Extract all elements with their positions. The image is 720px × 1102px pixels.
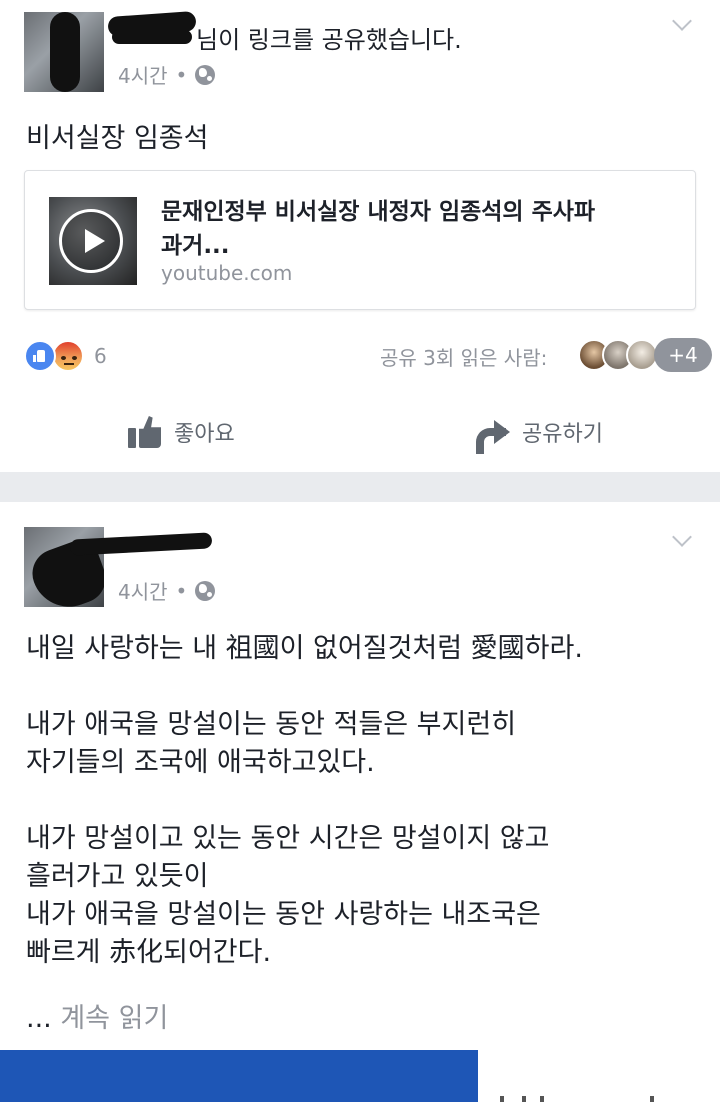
post-body-line: 내가 애국을 망설이는 동안 적들은 부지런히 [26,709,517,740]
next-post-banner [0,1050,478,1102]
ellipsis: ... [26,1003,52,1034]
seen-by-avatars[interactable]: +4 [578,338,712,372]
link-title-line: 과거... [161,233,230,259]
partial-content [500,1090,680,1102]
share-label: 공유하기 [522,422,603,447]
reaction-count: 6 [94,344,107,368]
post-time[interactable]: 4시간 [118,60,168,89]
meta-separator: • [175,62,188,87]
post-card-1: 님이 링크를 공유했습니다. 4시간 • 비서실장 임종석 문재인정부 비서실장… [0,0,720,472]
post-body-line: 빠르게 赤化되어간다. [26,937,272,968]
post-body-line [26,782,583,820]
globe-icon [195,580,216,601]
post-body-line: 자기들의 조국에 애국하고있다. [26,747,375,778]
post-body-line [26,668,583,706]
link-title: 문재인정부 비서실장 내정자 임종석의 주사파 과거... [161,195,681,263]
see-more-link[interactable]: 계속 읽기 [60,1003,168,1034]
like-label: 좋아요 [174,422,235,447]
link-preview[interactable]: 문재인정부 비서실장 내정자 임종석의 주사파 과거... youtube.co… [24,170,696,310]
link-title-line: 문재인정부 비서실장 내정자 임종석의 주사파 [161,199,596,225]
seen-more-badge: +4 [654,338,712,372]
post-time[interactable]: 4시간 [118,576,168,605]
angry-reaction-icon [52,340,84,372]
share-stat[interactable]: 공유 3회 읽은 사람: [380,342,547,371]
globe-icon [195,64,216,85]
post-meta: 4시간 • [118,60,216,89]
reactions-summary[interactable]: 6 [24,340,107,372]
share-button[interactable]: 공유하기 [476,410,603,454]
redaction-mark [50,12,80,92]
share-arrow-icon [476,418,510,454]
link-thumbnail [49,197,137,285]
post-body-line: 내일 사랑하는 내 祖國이 없어질것처럼 愛國하라. [26,633,583,664]
post-text: 비서실장 임종석 [26,123,209,154]
chevron-down-icon[interactable] [672,14,692,34]
see-more-row: ... 계속 읽기 [26,996,168,1035]
post-body-line: 내가 망설이고 있는 동안 시간은 망설이지 않고 [26,823,550,854]
like-button[interactable]: 좋아요 [128,410,235,454]
meta-separator: • [175,578,188,603]
share-notice: 님이 링크를 공유했습니다. [196,26,462,54]
author-avatar[interactable] [24,12,104,92]
play-icon [59,209,123,273]
thumbs-up-icon [128,416,162,448]
post-body-line: 내가 애국을 망설이는 동안 사랑하는 내조국은 [26,899,541,930]
redaction-mark [112,30,192,44]
post-body-line: 흘러가고 있듯이 [26,861,209,892]
like-reaction-icon [24,340,56,372]
post-body: 내일 사랑하는 내 祖國이 없어질것처럼 愛國하라. 내가 애국을 망설이는 동… [26,630,583,972]
post-meta: 4시간 • [118,576,216,605]
link-domain: youtube.com [161,261,293,285]
chevron-down-icon[interactable] [672,530,692,550]
